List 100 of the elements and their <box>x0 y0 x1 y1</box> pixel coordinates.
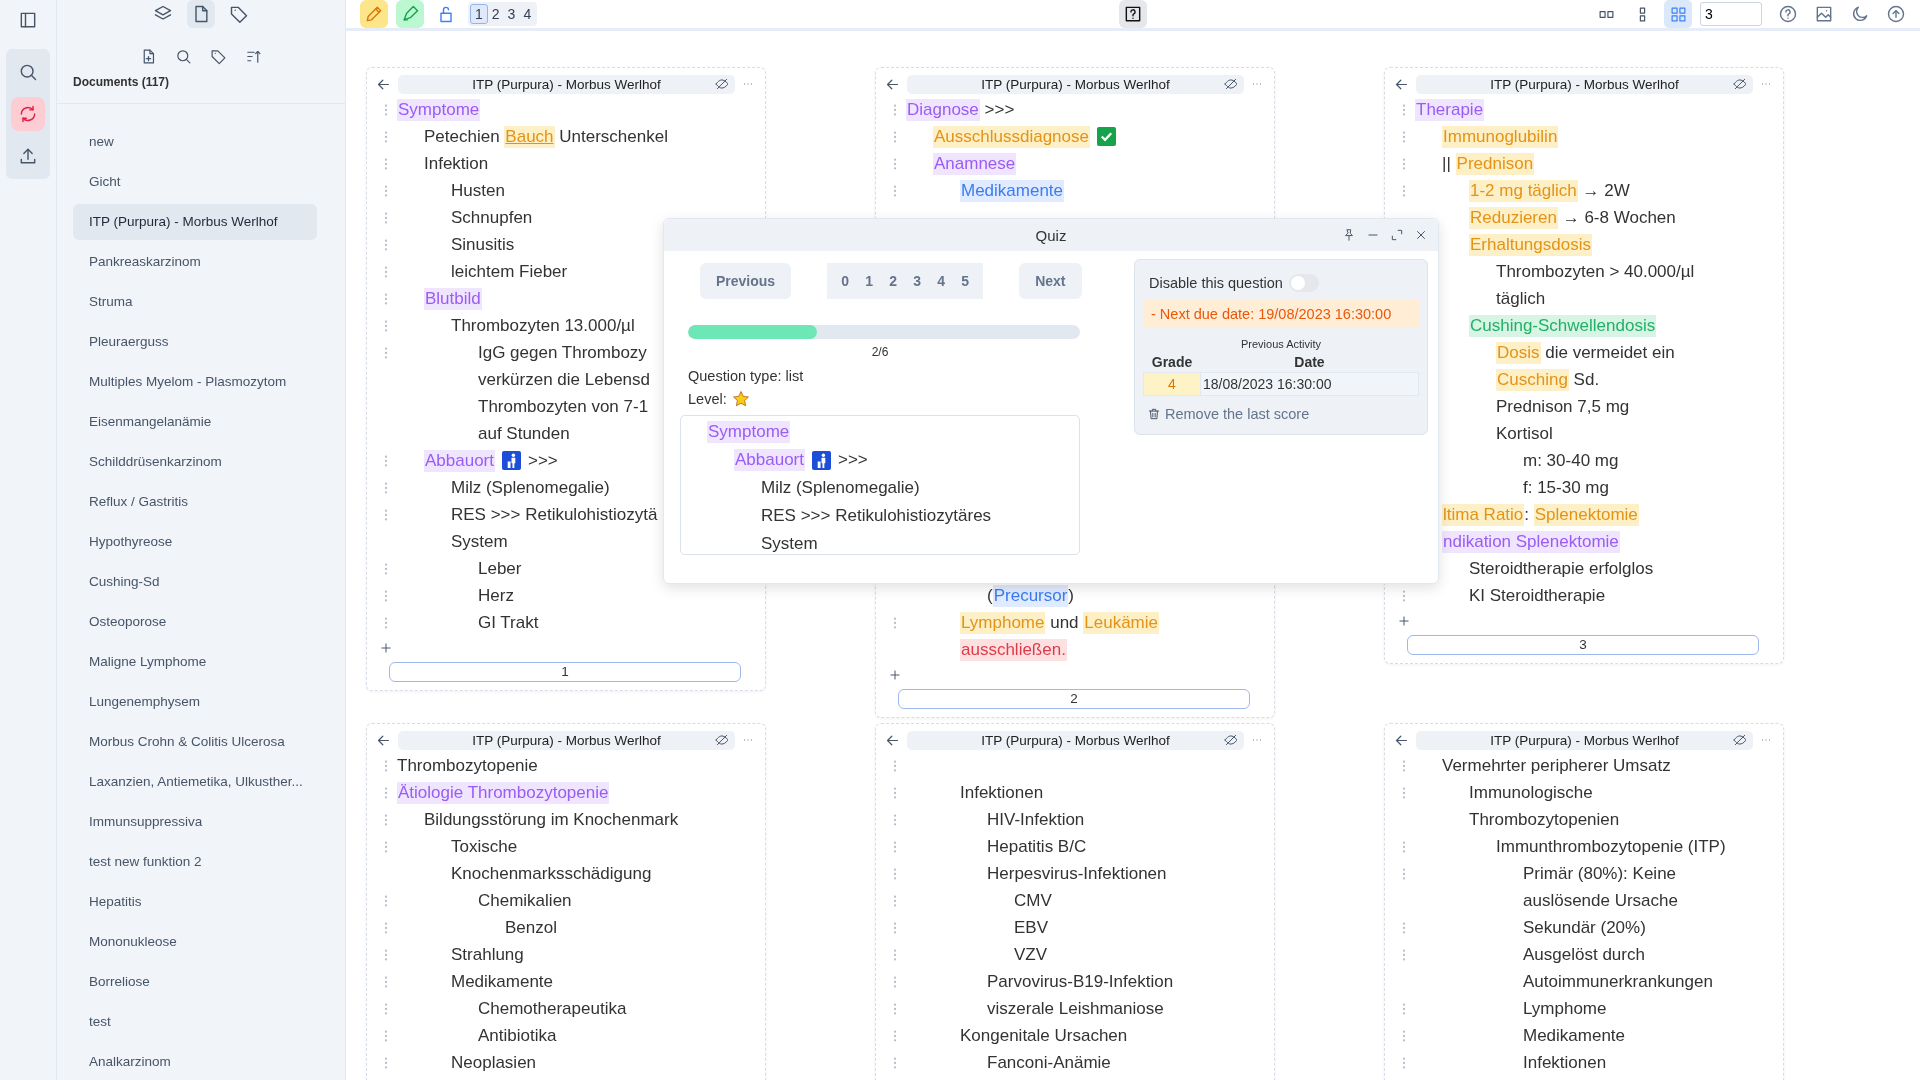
grade-button[interactable]: 3 <box>905 273 930 289</box>
pin-icon[interactable] <box>1342 228 1356 242</box>
drag-handle-icon[interactable] <box>891 974 899 989</box>
grade-button[interactable]: 4 <box>929 273 954 289</box>
document-item[interactable]: Pankreaskarzinom <box>73 244 317 280</box>
document-item[interactable]: new <box>73 124 317 160</box>
drag-handle-icon[interactable] <box>382 345 390 360</box>
drag-handle-icon[interactable] <box>382 893 390 908</box>
drag-handle-icon[interactable] <box>891 1001 899 1016</box>
grade-button[interactable]: 2 <box>881 273 906 289</box>
drag-handle-icon[interactable] <box>891 893 899 908</box>
drag-handle-icon[interactable] <box>382 1055 390 1070</box>
drag-handle-icon[interactable] <box>382 785 390 800</box>
drag-handle-icon[interactable] <box>891 102 899 117</box>
refresh-button[interactable] <box>11 97 45 131</box>
grade-button[interactable]: 0 <box>833 273 858 289</box>
drag-handle-icon[interactable] <box>1400 129 1408 144</box>
document-item[interactable]: Pleuraerguss <box>73 324 317 360</box>
document-item[interactable]: Maligne Lymphome <box>73 644 317 680</box>
marker-button[interactable] <box>396 0 424 28</box>
eye-off-icon[interactable] <box>1733 76 1747 91</box>
drag-handle-icon[interactable] <box>1400 183 1408 198</box>
page-tab[interactable]: 1 <box>470 4 488 24</box>
search-icon[interactable] <box>175 48 192 65</box>
document-item[interactable]: Osteoporose <box>73 604 317 640</box>
drag-handle-icon[interactable] <box>1400 156 1408 171</box>
drag-handle-icon[interactable] <box>382 264 390 279</box>
add-icon[interactable] <box>1397 614 1411 628</box>
add-icon[interactable] <box>379 641 393 655</box>
drag-handle-icon[interactable] <box>382 974 390 989</box>
tag-icon[interactable] <box>210 48 227 65</box>
eye-off-icon[interactable] <box>1224 76 1238 91</box>
drag-handle-icon[interactable] <box>891 920 899 935</box>
moon-icon[interactable] <box>1850 4 1870 24</box>
document-item[interactable]: Morbus Crohn & Colitis Ulcerosa <box>73 724 317 760</box>
eye-off-icon[interactable] <box>1224 732 1238 747</box>
eye-off-icon[interactable] <box>1733 732 1747 747</box>
drag-handle-icon[interactable] <box>891 156 899 171</box>
document-tab[interactable] <box>187 0 215 28</box>
drag-handle-icon[interactable] <box>382 920 390 935</box>
drag-handle-icon[interactable] <box>1400 839 1408 854</box>
drag-handle-icon[interactable] <box>382 237 390 252</box>
document-item[interactable]: Struma <box>73 284 317 320</box>
drag-handle-icon[interactable] <box>382 812 390 827</box>
document-item[interactable]: Mononukleose <box>73 924 317 960</box>
document-item[interactable]: Laxanzien, Antiemetika, Ulkusther... <box>73 764 317 800</box>
help-icon[interactable] <box>1778 4 1798 24</box>
drag-handle-icon[interactable] <box>891 812 899 827</box>
drag-handle-icon[interactable] <box>1400 866 1408 881</box>
drag-handle-icon[interactable] <box>382 839 390 854</box>
drag-handle-icon[interactable] <box>891 758 899 773</box>
document-item[interactable]: Multiples Myelom - Plasmozytom <box>73 364 317 400</box>
drag-handle-icon[interactable] <box>382 561 390 576</box>
eye-off-icon[interactable] <box>715 76 729 91</box>
drag-handle-icon[interactable] <box>891 615 899 630</box>
drag-handle-icon[interactable] <box>382 1028 390 1043</box>
document-item[interactable]: Schilddrüsenkarzinom <box>73 444 317 480</box>
next-button[interactable]: Next <box>1019 263 1082 299</box>
drag-handle-icon[interactable] <box>382 480 390 495</box>
drag-handle-icon[interactable] <box>1400 1028 1408 1043</box>
disable-toggle[interactable] <box>1288 274 1319 292</box>
page-tab[interactable]: 4 <box>519 4 536 24</box>
sort-icon[interactable] <box>245 48 262 65</box>
drag-handle-icon[interactable] <box>1400 102 1408 117</box>
drag-handle-icon[interactable] <box>1400 758 1408 773</box>
document-item[interactable]: Lungenemphysem <box>73 684 317 720</box>
drag-handle-icon[interactable] <box>891 129 899 144</box>
drag-handle-icon[interactable] <box>382 507 390 522</box>
drag-handle-icon[interactable] <box>382 453 390 468</box>
eye-off-icon[interactable] <box>715 732 729 747</box>
remove-score-button[interactable]: Remove the last score <box>1143 406 1310 422</box>
drag-handle-icon[interactable] <box>382 758 390 773</box>
document-item[interactable]: Gicht <box>73 164 317 200</box>
document-item[interactable]: Cushing-Sd <box>73 564 317 600</box>
document-item[interactable]: ITP (Purpura) - Morbus Werlhof <box>73 204 317 240</box>
drag-handle-icon[interactable] <box>382 129 390 144</box>
drag-handle-icon[interactable] <box>1400 947 1408 962</box>
pencil-button[interactable] <box>360 0 388 28</box>
drag-handle-icon[interactable] <box>382 210 390 225</box>
image-icon[interactable] <box>1814 4 1834 24</box>
document-item[interactable]: Eisenmangelanämie <box>73 404 317 440</box>
drag-handle-icon[interactable] <box>382 183 390 198</box>
previous-button[interactable]: Previous <box>700 263 792 299</box>
drag-handle-icon[interactable] <box>382 615 390 630</box>
drag-handle-icon[interactable] <box>1400 1055 1408 1070</box>
drag-handle-icon[interactable] <box>382 318 390 333</box>
page-tab[interactable]: 3 <box>503 4 520 24</box>
document-item[interactable]: test new funktion 2 <box>73 844 317 880</box>
grade-button[interactable]: 5 <box>953 273 978 289</box>
document-item[interactable]: Hepatitis <box>73 884 317 920</box>
columns-field[interactable]: 3 <box>1700 2 1762 26</box>
maximize-icon[interactable] <box>1390 228 1404 242</box>
document-item[interactable]: Analkarzinom <box>73 1044 317 1080</box>
add-icon[interactable] <box>888 668 902 682</box>
drag-handle-icon[interactable] <box>382 588 390 603</box>
drag-handle-icon[interactable] <box>382 156 390 171</box>
drag-handle-icon[interactable] <box>891 947 899 962</box>
document-item[interactable]: Reflux / Gastritis <box>73 484 317 520</box>
drag-handle-icon[interactable] <box>891 866 899 881</box>
drag-handle-icon[interactable] <box>1400 785 1408 800</box>
